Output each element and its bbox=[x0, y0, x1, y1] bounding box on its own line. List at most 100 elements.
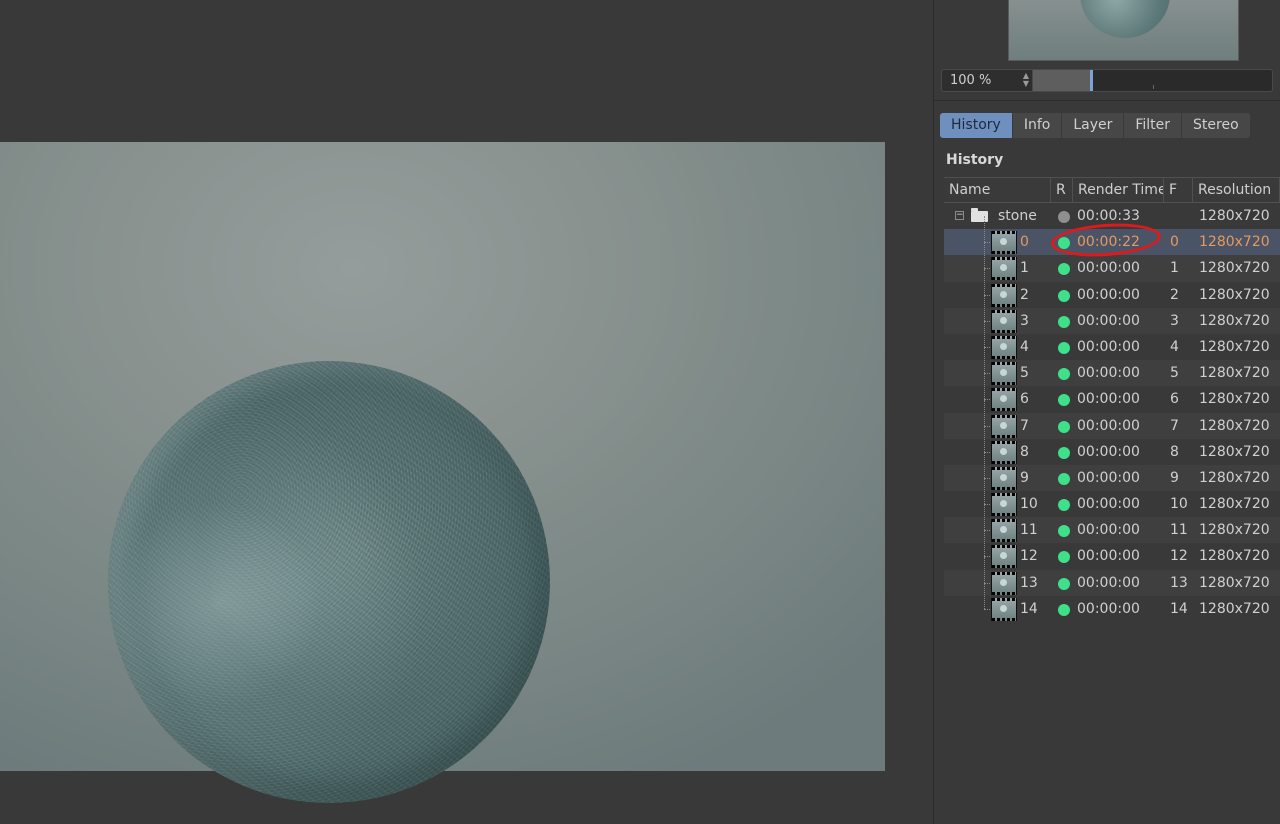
row-frame: 14 bbox=[1170, 600, 1188, 617]
render-thumbnail-icon bbox=[991, 388, 1017, 412]
row-frame: 7 bbox=[1170, 417, 1179, 434]
render-thumbnail-icon bbox=[991, 257, 1017, 281]
row-render-time: 00:00:00 bbox=[1077, 338, 1140, 355]
tab-filter[interactable]: Filter bbox=[1124, 113, 1183, 138]
render-viewport[interactable] bbox=[0, 0, 933, 824]
tree-connector bbox=[984, 373, 986, 400]
row-frame: 10 bbox=[1170, 496, 1188, 513]
render-thumbnail-icon bbox=[991, 597, 1017, 621]
column-header-name[interactable]: Name bbox=[944, 178, 1051, 202]
tab-layer[interactable]: Layer bbox=[1062, 113, 1125, 138]
row-resolution: 1280x720 bbox=[1199, 286, 1270, 303]
tree-connector bbox=[984, 478, 986, 505]
tree-connector bbox=[984, 530, 986, 557]
history-row[interactable]: 1 00:00:00 1 1280x720 bbox=[944, 242, 1280, 282]
folder-name: stone bbox=[998, 208, 1037, 224]
row-frame: 12 bbox=[1170, 548, 1188, 565]
row-resolution: 1280x720 bbox=[1199, 312, 1270, 329]
history-row[interactable]: 5 00:00:00 5 1280x720 bbox=[944, 347, 1280, 387]
tab-stereo[interactable]: Stereo bbox=[1182, 113, 1250, 138]
render-thumbnail-icon bbox=[991, 309, 1017, 333]
history-row[interactable]: 10 00:00:00 10 1280x720 bbox=[944, 478, 1280, 517]
render-thumbnail-icon bbox=[991, 231, 1017, 255]
row-resolution: 1280x720 bbox=[1199, 443, 1270, 460]
zoom-slider-handle[interactable] bbox=[1090, 70, 1093, 91]
history-row[interactable]: 14 00:00:00 14 1280x720 bbox=[944, 582, 1280, 622]
render-thumbnail-icon bbox=[991, 571, 1017, 595]
history-row[interactable]: 4 00:00:00 4 1280x720 bbox=[944, 320, 1280, 360]
history-row[interactable]: 2 00:00:00 2 1280x720 bbox=[944, 268, 1280, 308]
status-dot-icon bbox=[1058, 446, 1070, 459]
column-header-r[interactable]: R bbox=[1051, 178, 1073, 202]
row-name: 3 bbox=[1020, 312, 1029, 329]
navigator-thumbnail[interactable] bbox=[1008, 0, 1239, 61]
row-resolution: 1280x720 bbox=[1199, 469, 1270, 486]
tree-connector bbox=[984, 582, 986, 609]
render-thumbnail-icon bbox=[991, 283, 1017, 307]
zoom-stepper-icon[interactable]: ▲ ▼ bbox=[1023, 72, 1029, 88]
render-thumbnail-icon bbox=[991, 545, 1017, 569]
section-separator bbox=[934, 100, 1280, 101]
row-frame: 4 bbox=[1170, 338, 1179, 355]
tree-connector bbox=[984, 320, 986, 347]
row-resolution: 1280x720 bbox=[1199, 338, 1270, 355]
column-header-render-time[interactable]: Render Time bbox=[1073, 178, 1164, 202]
tree-connector bbox=[984, 347, 986, 374]
zoom-input[interactable]: 100 % ▲ ▼ bbox=[941, 69, 1033, 92]
row-render-time: 00:00:00 bbox=[1077, 443, 1140, 460]
status-dot-icon bbox=[1058, 472, 1070, 485]
tree-connector bbox=[984, 294, 986, 321]
history-row[interactable]: 3 00:00:00 3 1280x720 bbox=[944, 294, 1280, 334]
zoom-slider[interactable] bbox=[1033, 69, 1273, 92]
row-name: 11 bbox=[1020, 522, 1038, 539]
row-resolution: 1280x720 bbox=[1199, 574, 1270, 591]
history-row[interactable]: 13 00:00:00 13 1280x720 bbox=[944, 556, 1280, 596]
render-thumbnail-icon bbox=[991, 493, 1017, 517]
row-frame: 3 bbox=[1170, 312, 1179, 329]
row-resolution: 1280x720 bbox=[1199, 522, 1270, 539]
row-resolution: 1280x720 bbox=[1199, 260, 1270, 277]
status-dot-icon bbox=[1058, 499, 1070, 512]
history-row[interactable]: 6 00:00:00 6 1280x720 bbox=[944, 373, 1280, 412]
row-name: 6 bbox=[1020, 391, 1029, 408]
status-dot-icon bbox=[1058, 211, 1070, 223]
row-render-time: 00:00:00 bbox=[1077, 496, 1140, 513]
row-render-time: 00:00:00 bbox=[1077, 286, 1140, 303]
zoom-value: 100 % bbox=[950, 73, 992, 88]
row-name: 0 bbox=[1020, 234, 1029, 251]
status-dot-icon bbox=[1058, 289, 1070, 302]
history-row[interactable]: 9 00:00:00 9 1280x720 bbox=[944, 451, 1280, 492]
status-dot-icon bbox=[1058, 420, 1070, 433]
tab-info[interactable]: Info bbox=[1012, 113, 1063, 138]
row-frame: 5 bbox=[1170, 365, 1179, 382]
row-frame: 2 bbox=[1170, 286, 1179, 303]
row-render-time: 00:00:00 bbox=[1077, 574, 1140, 591]
status-dot-icon bbox=[1058, 394, 1070, 407]
collapse-icon[interactable]: − bbox=[955, 211, 964, 220]
row-render-time: 00:00:00 bbox=[1077, 391, 1140, 408]
render-thumbnail-icon bbox=[991, 362, 1017, 386]
history-row[interactable]: 7 00:00:00 7 1280x720 bbox=[944, 399, 1280, 439]
status-dot-icon bbox=[1058, 551, 1070, 564]
history-heading: History bbox=[946, 152, 1004, 168]
tab-history[interactable]: History bbox=[940, 113, 1013, 138]
column-header-resolution[interactable]: Resolution bbox=[1193, 178, 1280, 202]
tree-connector bbox=[984, 556, 986, 583]
row-frame: 13 bbox=[1170, 574, 1188, 591]
status-dot-icon bbox=[1058, 315, 1070, 328]
tree-connector bbox=[984, 242, 986, 269]
column-header-f[interactable]: F bbox=[1164, 178, 1193, 202]
history-row[interactable]: 11 00:00:00 11 1280x720 bbox=[944, 504, 1280, 544]
row-name: 4 bbox=[1020, 338, 1029, 355]
tree-connector bbox=[984, 451, 986, 478]
tree-connector bbox=[984, 504, 986, 531]
render-thumbnail-icon bbox=[991, 440, 1017, 464]
row-render-time: 00:00:00 bbox=[1077, 260, 1140, 277]
row-frame: 1 bbox=[1170, 260, 1179, 277]
row-frame: 8 bbox=[1170, 443, 1179, 460]
row-render-time: 00:00:00 bbox=[1077, 417, 1140, 434]
row-frame: 6 bbox=[1170, 391, 1179, 408]
history-row[interactable]: 8 00:00:00 8 1280x720 bbox=[944, 425, 1280, 465]
history-row[interactable]: 12 00:00:00 12 1280x720 bbox=[944, 530, 1280, 569]
status-dot-icon bbox=[1058, 263, 1070, 276]
